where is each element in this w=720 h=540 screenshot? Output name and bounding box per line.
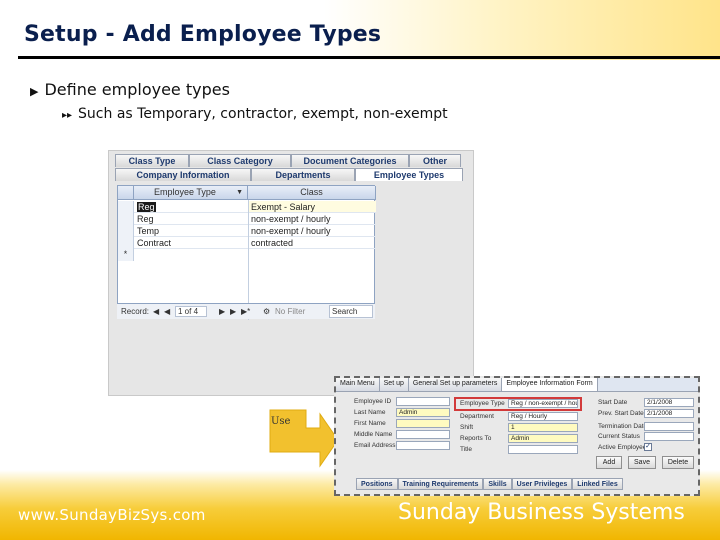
bullet-level-1: ▶ Define employee types: [30, 80, 230, 99]
row-selector[interactable]: [118, 213, 134, 225]
tabs-row-1: Class Type Class Category Document Categ…: [115, 154, 461, 167]
footer-brand: Sunday Business Systems: [398, 500, 685, 525]
employee-types-grid: Employee Type ▼ Class Reg Exempt - Salar…: [117, 185, 376, 320]
tab-employee-information[interactable]: Employee Information Form: [502, 378, 598, 391]
row-selector[interactable]: [118, 225, 134, 237]
tab-document-categories[interactable]: Document Categories: [291, 154, 409, 167]
title-field[interactable]: [508, 445, 578, 454]
tabs-row-2: Company Information Departments Employee…: [115, 168, 463, 181]
label-last-name: Last Name: [354, 409, 386, 416]
employee-id-field[interactable]: [396, 397, 450, 406]
next-record-icon[interactable]: ▶: [219, 304, 225, 319]
bullet-2-text: Such as Temporary, contractor, exempt, n…: [78, 106, 448, 122]
prev-start-date-field[interactable]: 2/1/2008: [644, 409, 694, 418]
employee-type-select[interactable]: Reg / non-exempt / hourly: [508, 399, 578, 408]
double-triangle-bullet-icon: ▸▸: [62, 110, 73, 121]
setup-form-screenshot: Class Type Class Category Document Categ…: [108, 150, 474, 396]
table-row-cell-type[interactable]: Contract: [134, 237, 248, 249]
label-title: Title: [460, 446, 473, 453]
label-department: Department: [460, 413, 494, 420]
record-position-input[interactable]: 1 of 4: [175, 306, 207, 317]
new-record-icon[interactable]: ▶*: [241, 304, 250, 319]
filter-icon[interactable]: ⚙: [263, 304, 270, 319]
first-record-icon[interactable]: ◀: [153, 304, 159, 319]
tab-general-setup[interactable]: General Set up parameters: [408, 378, 503, 391]
email-field[interactable]: [396, 441, 450, 450]
column-header-employee-type-label: Employee Type: [154, 187, 216, 197]
tab-set-up[interactable]: Set up: [379, 378, 409, 391]
tab-company-information[interactable]: Company Information: [115, 168, 251, 181]
tab-class-category[interactable]: Class Category: [189, 154, 291, 167]
label-reports-to: Reports To: [460, 435, 492, 442]
label-shift: Shift: [460, 424, 474, 431]
dropdown-arrow-icon[interactable]: ▼: [236, 186, 243, 199]
footer-url: www.SundayBizSys.com: [18, 506, 206, 524]
employee-subform-tabs: Positions Training Requirements Skills U…: [356, 478, 623, 490]
tab-linked-files[interactable]: Linked Files: [572, 478, 623, 490]
new-row-marker[interactable]: *: [118, 249, 134, 261]
tab-class-type[interactable]: Class Type: [115, 154, 189, 167]
label-current-status: Current Status: [598, 433, 640, 440]
reports-to-select[interactable]: Admin: [508, 434, 578, 443]
tab-positions[interactable]: Positions: [356, 478, 398, 490]
table-row-cell-type[interactable]: Temp: [134, 225, 248, 237]
tab-training-requirements[interactable]: Training Requirements: [397, 478, 484, 490]
middle-name-field[interactable]: [396, 430, 450, 439]
label-prev-start-date: Prev. Start Date: [598, 410, 644, 417]
use-label: Use: [271, 416, 291, 427]
slide-title: Setup - Add Employee Types: [24, 22, 382, 47]
current-status-field[interactable]: [644, 432, 694, 441]
add-button[interactable]: Add: [596, 456, 622, 469]
label-middle-name: Middle Name: [354, 431, 393, 438]
tab-skills[interactable]: Skills: [483, 478, 512, 490]
select-all-corner[interactable]: [118, 186, 134, 200]
table-row-cell-class[interactable]: contracted: [248, 237, 376, 249]
column-header-class-label: Class: [300, 187, 323, 197]
bullet-level-2: ▸▸ Such as Temporary, contractor, exempt,…: [62, 106, 448, 122]
record-label: Record:: [121, 307, 150, 316]
triangle-bullet-icon: ▶: [30, 85, 39, 98]
shift-field[interactable]: 1: [508, 423, 578, 432]
delete-button[interactable]: Delete: [662, 456, 694, 469]
table-row-cell-type[interactable]: Reg: [134, 213, 248, 225]
save-button[interactable]: Save: [628, 456, 656, 469]
tab-main-menu[interactable]: Main Menu: [336, 378, 380, 391]
termination-date-field[interactable]: [644, 422, 694, 431]
tab-other[interactable]: Other: [409, 154, 461, 167]
selected-cell-text: Reg: [137, 202, 156, 212]
active-employee-checkbox[interactable]: ✓: [644, 443, 652, 451]
title-divider: [18, 56, 720, 59]
search-input[interactable]: Search: [329, 305, 373, 318]
table-row-cell-class[interactable]: non-exempt / hourly: [248, 225, 376, 237]
table-row-cell-class[interactable]: Exempt - Salary: [248, 201, 376, 213]
label-employee-type: Employee Type: [460, 400, 505, 407]
no-filter-label[interactable]: No Filter: [275, 304, 305, 319]
label-email: Email Address: [354, 442, 396, 449]
first-name-field[interactable]: [396, 419, 450, 428]
table-row-cell-class[interactable]: non-exempt / hourly: [248, 213, 376, 225]
last-record-icon[interactable]: ▶: [230, 304, 236, 319]
tab-user-privileges[interactable]: User Privileges: [511, 478, 573, 490]
record-navigation-bar: Record: ◀ ◀ 1 of 4 ▶ ▶ ▶* ⚙ No Filter Se…: [117, 303, 375, 319]
row-selector[interactable]: [118, 201, 134, 213]
start-date-field[interactable]: 2/1/2008: [644, 398, 694, 407]
column-header-class[interactable]: Class: [248, 186, 376, 200]
label-first-name: First Name: [354, 420, 386, 427]
tab-employee-types[interactable]: Employee Types: [355, 168, 463, 181]
row-selector[interactable]: [118, 237, 134, 249]
last-name-field[interactable]: Admin: [396, 408, 450, 417]
column-divider: [248, 200, 249, 320]
table-row-cell-type[interactable]: Reg: [134, 201, 248, 213]
label-active-employee: Active Employee: [598, 444, 647, 451]
column-header-employee-type[interactable]: Employee Type ▼: [134, 186, 248, 200]
bullet-1-text: Define employee types: [44, 80, 230, 99]
label-start-date: Start Date: [598, 399, 628, 406]
previous-record-icon[interactable]: ◀: [164, 304, 170, 319]
tab-departments[interactable]: Departments: [251, 168, 355, 181]
label-employee-id: Employee ID: [354, 398, 392, 405]
label-termination-date: Termination Date: [598, 423, 648, 430]
employee-form-tabs: Main Menu Set up General Set up paramete…: [336, 378, 698, 392]
department-select[interactable]: Reg / Hourly: [508, 412, 578, 421]
employee-form-screenshot: Main Menu Set up General Set up paramete…: [334, 376, 700, 496]
